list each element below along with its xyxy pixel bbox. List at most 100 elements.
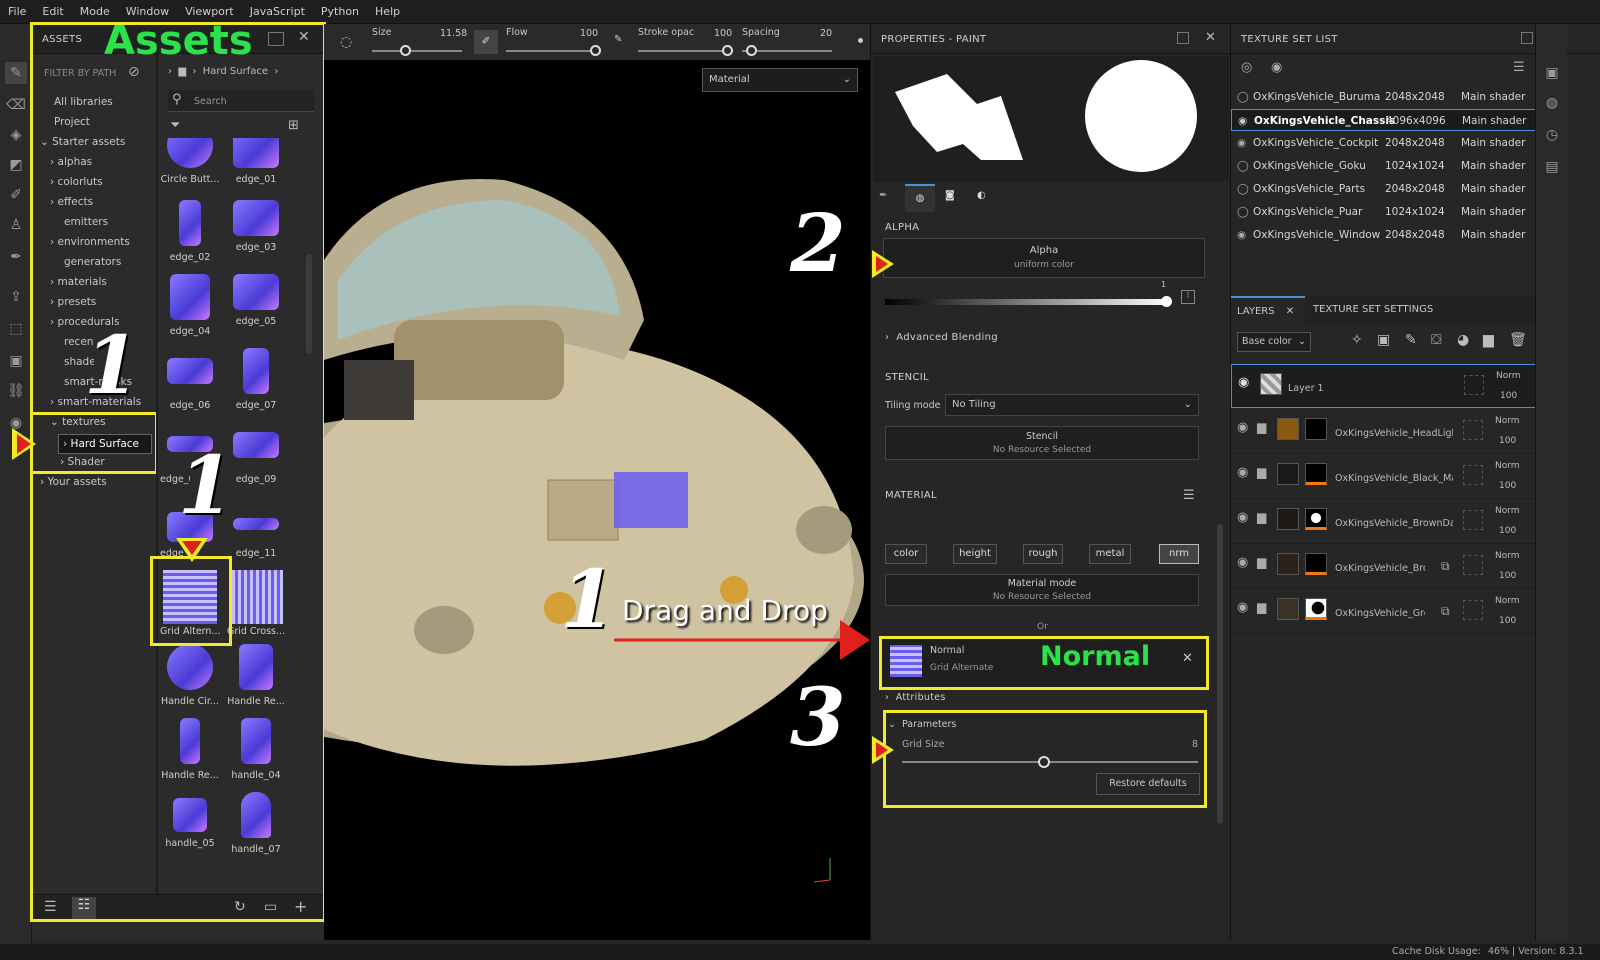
eye-icon[interactable]: ◉ bbox=[1271, 60, 1282, 75]
eye-icon[interactable]: ◉ bbox=[1237, 600, 1248, 615]
more-options-icon[interactable] bbox=[858, 38, 863, 43]
popout-icon[interactable] bbox=[1177, 32, 1189, 44]
stencil-resource-button[interactable]: Stencil No Resource Selected bbox=[885, 426, 1199, 460]
camera-settings-icon[interactable]: ▣ bbox=[1541, 62, 1563, 84]
texture-set-row[interactable]: ◯ OxKingsVehicle_Parts 2048x2048 Main shade… bbox=[1231, 178, 1536, 200]
layer-opacity[interactable]: 100 bbox=[1499, 616, 1516, 626]
eye-icon[interactable]: ◉ bbox=[1237, 465, 1248, 480]
layer-row[interactable]: ◉ ▆ OxKingsVehicle_BrownDa··· Norm 100 bbox=[1231, 500, 1536, 544]
eye-icon[interactable]: ◯ bbox=[1237, 155, 1249, 177]
slider-handle[interactable] bbox=[1038, 756, 1050, 768]
export-icon[interactable]: ⇪ bbox=[5, 286, 27, 308]
close-icon[interactable]: ✕ bbox=[1205, 30, 1216, 45]
alpha-resource-button[interactable]: Alpha uniform color bbox=[883, 238, 1205, 278]
lasso-icon[interactable]: ◌ bbox=[340, 34, 352, 50]
menu-help[interactable]: Help bbox=[367, 0, 408, 24]
instance-icon[interactable]: ⧉ bbox=[1441, 559, 1450, 574]
fill-layer-icon[interactable]: ⛋ bbox=[1431, 332, 1442, 348]
layer-row[interactable]: ◉ ▆ OxKingsVehicle_Gre··· ⧉ Norm 100 bbox=[1231, 590, 1536, 634]
stroke-opacity-slider[interactable] bbox=[638, 45, 733, 56]
attributes-toggle[interactable]: › Attributes bbox=[885, 692, 946, 703]
slider-handle[interactable] bbox=[746, 45, 757, 56]
link-icon[interactable]: ⛓ bbox=[5, 380, 27, 402]
size-slider[interactable] bbox=[372, 45, 462, 56]
grid-size-slider[interactable] bbox=[902, 756, 1198, 768]
menu-edit[interactable]: Edit bbox=[34, 0, 71, 24]
bake-icon[interactable]: ⬚ bbox=[5, 318, 27, 340]
slider-handle[interactable] bbox=[722, 45, 733, 56]
eraser-icon[interactable]: ⌫ bbox=[5, 94, 27, 116]
layer-opacity[interactable]: 100 bbox=[1499, 571, 1516, 581]
material-mode-button[interactable]: Material mode No Resource Selected bbox=[885, 574, 1199, 606]
texture-set-row-selected[interactable]: ◉ OxKingsVehicle_Chassis 4096x4096 Main sha… bbox=[1231, 109, 1536, 131]
layer-blend-mode[interactable]: Norm bbox=[1495, 461, 1520, 471]
eye-icon[interactable]: ◉ bbox=[1237, 420, 1248, 435]
alpha-gradient-slider[interactable] bbox=[885, 296, 1172, 307]
slider-handle[interactable] bbox=[400, 45, 411, 56]
mask-slot[interactable] bbox=[1463, 600, 1483, 620]
advanced-blending-toggle[interactable]: › Advanced Blending bbox=[885, 332, 998, 343]
randomize-icon[interactable]: ⁝ bbox=[1181, 290, 1195, 304]
channel-metal-toggle[interactable]: metal bbox=[1089, 544, 1131, 564]
delete-icon[interactable]: 🗑 bbox=[1509, 332, 1527, 348]
brush-tab-icon[interactable]: ✒ bbox=[879, 190, 887, 201]
texture-set-row[interactable]: ◯ OxKingsVehicle_Buruma 2048x2048 Main shad… bbox=[1231, 86, 1536, 108]
tab-texture-set-settings[interactable]: TEXTURE SET SETTINGS bbox=[1313, 304, 1433, 315]
tiling-mode-select[interactable]: No Tiling ⌄ bbox=[945, 394, 1199, 416]
menu-python[interactable]: Python bbox=[313, 0, 367, 24]
texture-set-row[interactable]: ◯ OxKingsVehicle_Puar 1024x1024 Main shader bbox=[1231, 201, 1536, 223]
eye-icon[interactable]: ◉ bbox=[1238, 375, 1249, 390]
channel-rough-toggle[interactable]: rough bbox=[1023, 544, 1063, 564]
close-icon[interactable]: ✕ bbox=[1286, 306, 1294, 317]
slider-handle[interactable] bbox=[1161, 296, 1172, 307]
stroke-icon[interactable]: ✎ bbox=[614, 34, 622, 45]
slider-handle[interactable] bbox=[590, 45, 601, 56]
3d-viewport[interactable]: Material ⌄ Drag and Drop 1 bbox=[324, 60, 870, 940]
log-icon[interactable]: ▤ bbox=[1541, 156, 1563, 178]
flow-slider[interactable] bbox=[506, 45, 601, 56]
clone-icon[interactable]: ♙ bbox=[5, 214, 27, 236]
layer-row[interactable]: ◉ ▆ OxKingsVehicle_Black_Ma··· Norm 100 bbox=[1231, 455, 1536, 499]
tab-layers[interactable]: LAYERS ✕ bbox=[1231, 296, 1305, 324]
alpha-tab-icon[interactable]: ◍ bbox=[905, 184, 935, 212]
visibility-toggle-icon[interactable]: ◎ bbox=[1241, 60, 1252, 75]
channel-color-toggle[interactable]: color bbox=[885, 544, 927, 564]
popout-icon[interactable] bbox=[1521, 32, 1533, 44]
channel-nrm-toggle[interactable]: nrm bbox=[1159, 544, 1199, 564]
scrollbar[interactable] bbox=[1217, 524, 1223, 824]
effects-icon[interactable]: ✧ bbox=[1351, 332, 1363, 348]
channel-select[interactable]: Base color ⌄ bbox=[1237, 332, 1311, 352]
history-icon[interactable]: ◷ bbox=[1541, 124, 1563, 146]
channel-height-toggle[interactable]: height bbox=[953, 544, 997, 564]
mask-slot[interactable] bbox=[1463, 420, 1483, 440]
material-tab-icon[interactable]: ◐ bbox=[977, 190, 986, 201]
picker-icon[interactable]: ✒ bbox=[5, 246, 27, 268]
layer-row[interactable]: ◉ ▆ OxKingsVehicle_HeadLigh··· Norm 100 bbox=[1231, 410, 1536, 454]
eye-icon[interactable]: ◯ bbox=[1237, 201, 1249, 223]
paint-brush-icon[interactable]: ✎ bbox=[5, 62, 27, 84]
display-settings-icon[interactable]: ◍ bbox=[1541, 92, 1563, 114]
restore-defaults-button[interactable]: Restore defaults bbox=[1096, 773, 1200, 795]
menu-icon[interactable]: ☰ bbox=[1513, 60, 1525, 75]
texture-set-row[interactable]: ◉ OxKingsVehicle_Cockpit 2048x2048 Main sha… bbox=[1231, 132, 1536, 154]
eye-icon[interactable]: ◉ bbox=[1238, 110, 1247, 132]
mask-slot[interactable] bbox=[1464, 375, 1484, 395]
mask-icon[interactable]: ▣ bbox=[1377, 332, 1390, 348]
mask-slot[interactable] bbox=[1463, 465, 1483, 485]
paint-layer-icon[interactable]: ✎ bbox=[1405, 332, 1417, 348]
eye-icon[interactable]: ◉ bbox=[1237, 224, 1246, 246]
layer-blend-mode[interactable]: Norm bbox=[1495, 596, 1520, 606]
normal-resource-slot[interactable]: Normal Grid Alternate Normal ✕ bbox=[879, 636, 1209, 690]
pressure-icon[interactable]: ✐ bbox=[474, 30, 498, 54]
layer-row-selected[interactable]: ◉ Layer 1 Norm 100 bbox=[1231, 364, 1536, 408]
viewport-mode-select[interactable]: Material ⌄ bbox=[702, 68, 858, 92]
spacing-slider[interactable] bbox=[742, 45, 832, 56]
eye-icon[interactable]: ◯ bbox=[1237, 178, 1249, 200]
instance-icon[interactable]: ⧉ bbox=[1441, 604, 1450, 619]
smudge-icon[interactable]: ✐ bbox=[5, 184, 27, 206]
layer-opacity[interactable]: 100 bbox=[1499, 481, 1516, 491]
layer-row[interactable]: ◉ ▆ OxKingsVehicle_Bro··· ⧉ Norm 100 bbox=[1231, 545, 1536, 589]
render-icon[interactable]: ▣ bbox=[5, 350, 27, 372]
clear-icon[interactable]: ✕ bbox=[1182, 651, 1193, 666]
stencil-tab-icon[interactable]: ◙ bbox=[945, 190, 955, 201]
